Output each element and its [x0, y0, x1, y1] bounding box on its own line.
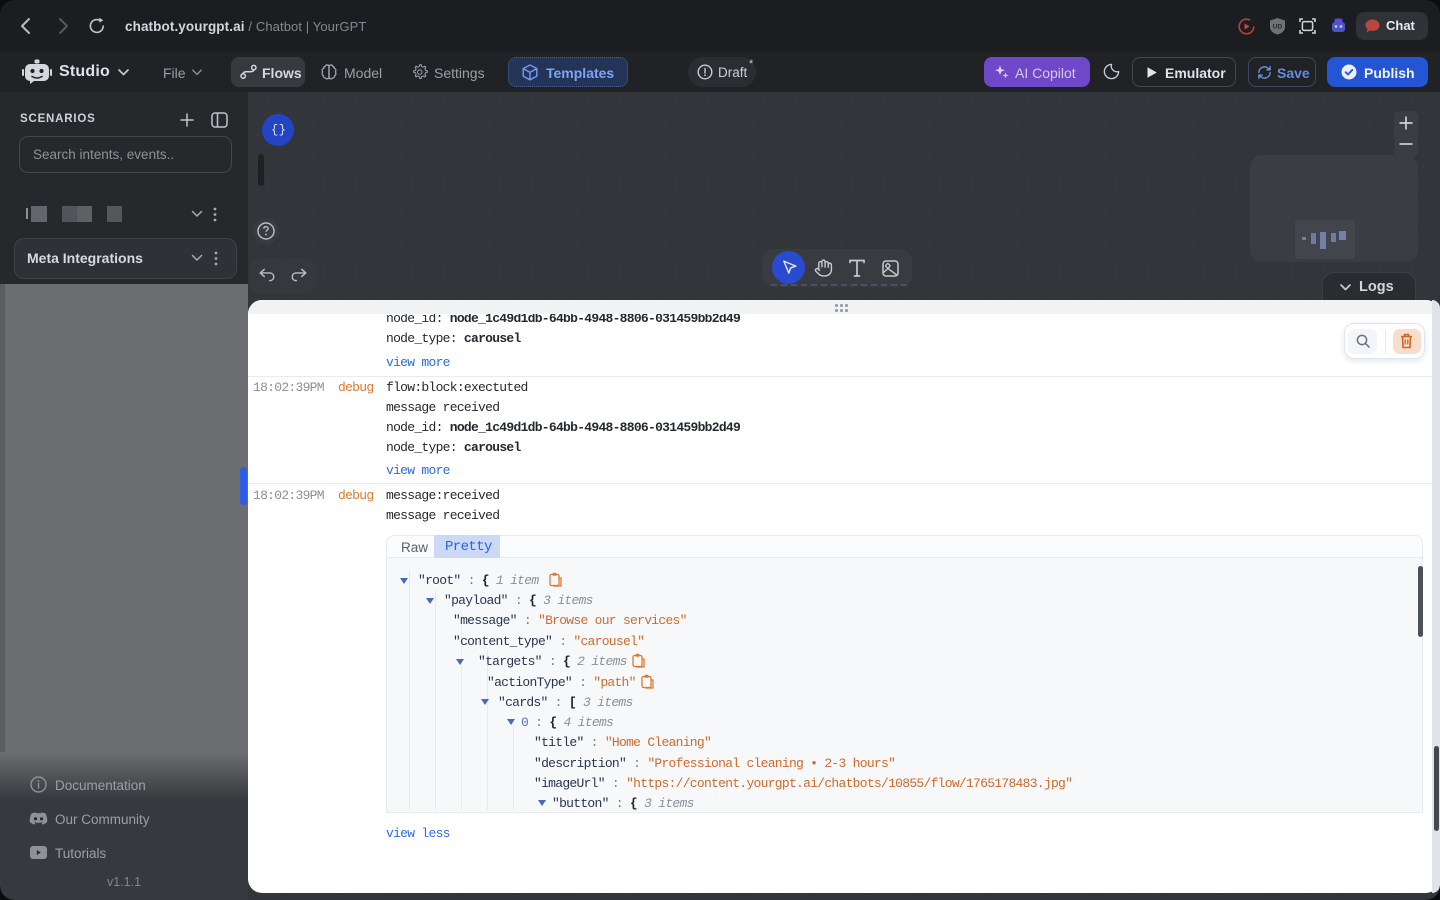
svg-text:UD: UD	[1273, 24, 1283, 31]
